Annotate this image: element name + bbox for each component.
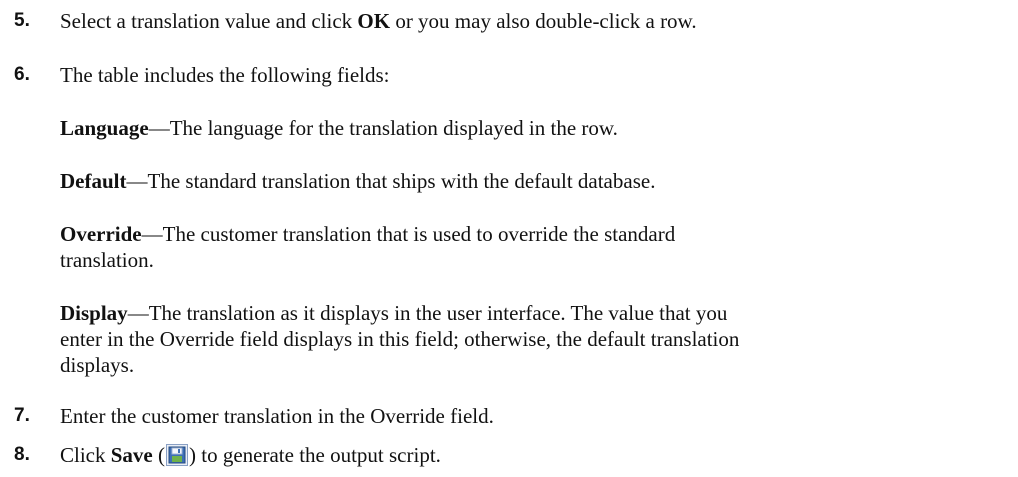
step-text: The table includes the following fields:: [60, 63, 390, 87]
save-icon: [166, 444, 188, 466]
step-number: 6.: [14, 64, 30, 85]
paren-open: (: [152, 443, 165, 467]
field-display: Display—The translation as it displays i…: [60, 300, 1008, 378]
field-override: Override—The customer translation that i…: [60, 221, 1008, 273]
field-language: Language—The language for the translatio…: [60, 115, 1008, 141]
field-desc: —The customer translation that is used t…: [141, 222, 676, 246]
step-text: Enter the customer translation in the Ov…: [60, 404, 494, 428]
field-default: Default—The standard translation that sh…: [60, 168, 1008, 194]
field-term: Display: [60, 301, 128, 325]
field-desc: —The standard translation that ships wit…: [126, 169, 656, 193]
field-term: Language: [60, 116, 149, 140]
field-line: translation.: [60, 248, 154, 272]
field-line: displays.: [60, 353, 135, 377]
save-label: Save: [110, 443, 153, 467]
step-text: Select a translation value and click OK …: [60, 8, 1008, 34]
step-text-post: ) to generate the output script.: [189, 443, 441, 467]
field-term: Override: [60, 222, 142, 246]
step-number: 7.: [14, 405, 30, 426]
field-line: Display—The translation as it displays i…: [60, 300, 1008, 326]
step-text-post: or you may also double-click a row.: [390, 9, 697, 33]
step-text-pre: Click: [60, 443, 111, 467]
step-number: 8.: [14, 444, 30, 465]
field-desc: —The language for the translation displa…: [148, 116, 618, 140]
field-term: Default: [60, 169, 127, 193]
field-line: enter in the Override field displays in …: [60, 327, 740, 351]
field-desc: —The translation as it displays in the u…: [127, 301, 728, 325]
step-text-pre: Select a translation value and click: [60, 9, 358, 33]
step-number: 5.: [14, 10, 30, 31]
ok-label: OK: [357, 9, 391, 33]
field-line: Override—The customer translation that i…: [60, 221, 1008, 247]
step-text: Click Save ( ) to generate the output sc…: [60, 442, 1008, 468]
